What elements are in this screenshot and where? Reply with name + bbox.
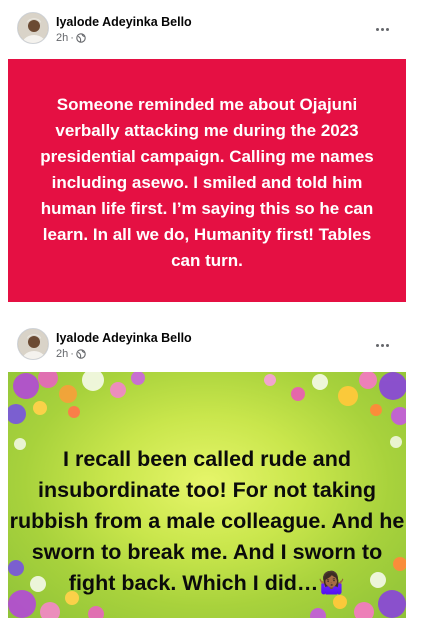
post-time[interactable]: 2h: [56, 348, 68, 360]
post-header: Iyalode Adeyinka Bello 2h ·: [17, 12, 412, 52]
post-time[interactable]: 2h: [56, 32, 68, 44]
avatar-image: [18, 13, 48, 43]
post-text-card: I recall been called rude and insubordin…: [8, 372, 406, 618]
avatar[interactable]: [17, 328, 49, 360]
avatar[interactable]: [17, 12, 49, 44]
post-meta: 2h ·: [56, 348, 86, 360]
author-name[interactable]: Iyalode Adeyinka Bello: [56, 331, 192, 345]
post-header: Iyalode Adeyinka Bello 2h ·: [17, 328, 412, 368]
author-name[interactable]: Iyalode Adeyinka Bello: [56, 15, 192, 29]
meta-separator: ·: [70, 32, 74, 44]
more-options-icon[interactable]: [372, 338, 392, 352]
globe-icon: [76, 349, 86, 359]
post-text-card: Someone reminded me about Ojajuni verbal…: [8, 59, 406, 302]
avatar-image: [18, 329, 48, 359]
post-meta: 2h ·: [56, 32, 86, 44]
post-divider: [0, 312, 429, 318]
more-options-icon[interactable]: [372, 22, 392, 36]
post-text: I recall been called rude and insubordin…: [9, 447, 405, 595]
post-text: Someone reminded me about Ojajuni verbal…: [40, 94, 374, 270]
meta-separator: ·: [70, 348, 74, 360]
globe-icon: [76, 33, 86, 43]
